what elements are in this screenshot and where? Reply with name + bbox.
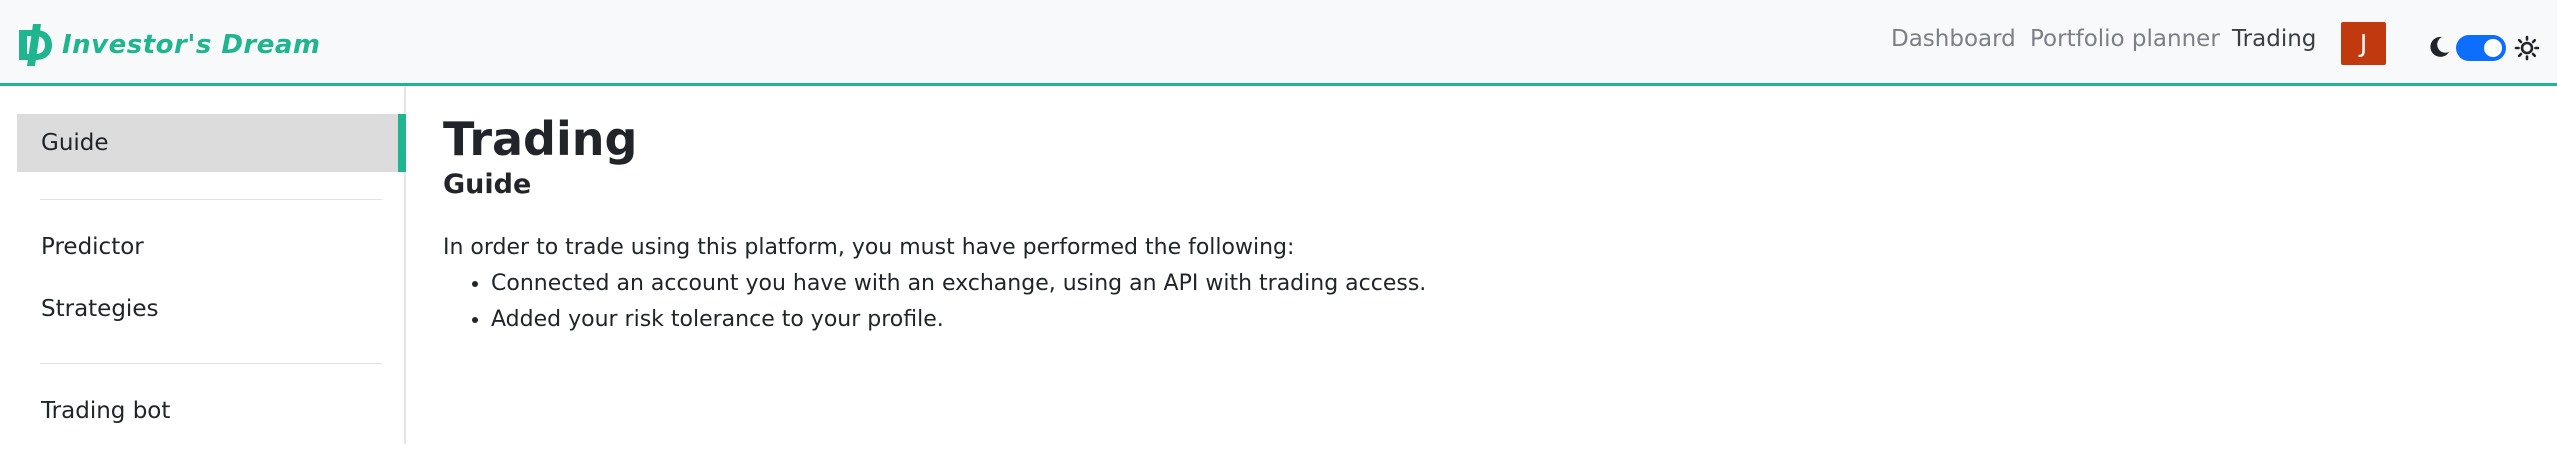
nav-link-dashboard[interactable]: Dashboard <box>1891 26 2016 52</box>
sidebar-item-guide[interactable]: Guide <box>17 114 406 172</box>
guide-intro-text: In order to trade using this platform, y… <box>443 234 1295 260</box>
sun-icon <box>2514 35 2540 61</box>
nav-link-trading[interactable]: Trading <box>2232 26 2316 52</box>
toggle-knob <box>2484 39 2502 57</box>
sidebar-divider <box>40 199 382 200</box>
list-item: Added your risk tolerance to your profil… <box>491 302 2243 338</box>
nav-link-portfolio-planner[interactable]: Portfolio planner <box>2030 26 2220 52</box>
requirements-list: Connected an account you have with an ex… <box>443 266 2243 338</box>
main-nav: Dashboard Portfolio planner Trading <box>0 26 2557 62</box>
list-item: Connected an account you have with an ex… <box>491 266 2243 302</box>
page-title: Trading <box>443 112 638 166</box>
user-avatar[interactable]: J <box>2341 22 2386 65</box>
sidebar-item-label: Trading bot <box>41 398 171 424</box>
moon-icon <box>2430 36 2449 57</box>
sidebar-item-label: Predictor <box>41 234 144 260</box>
sidebar-item-label: Strategies <box>41 296 159 322</box>
sidebar-item-trading-bot[interactable]: Trading bot <box>17 382 406 440</box>
theme-toggle[interactable] <box>2456 35 2506 61</box>
main-content: Trading Guide In order to trade using th… <box>443 112 2243 338</box>
sidebar-divider <box>40 363 382 364</box>
sidebar: Guide Predictor Strategies Trading bot <box>0 86 406 444</box>
sidebar-item-label: Guide <box>41 130 109 156</box>
top-navbar: Investor's Dream Dashboard Portfolio pla… <box>0 0 2557 86</box>
sidebar-item-strategies[interactable]: Strategies <box>17 280 406 338</box>
sidebar-item-predictor[interactable]: Predictor <box>17 218 406 276</box>
page-subtitle: Guide <box>443 169 532 201</box>
